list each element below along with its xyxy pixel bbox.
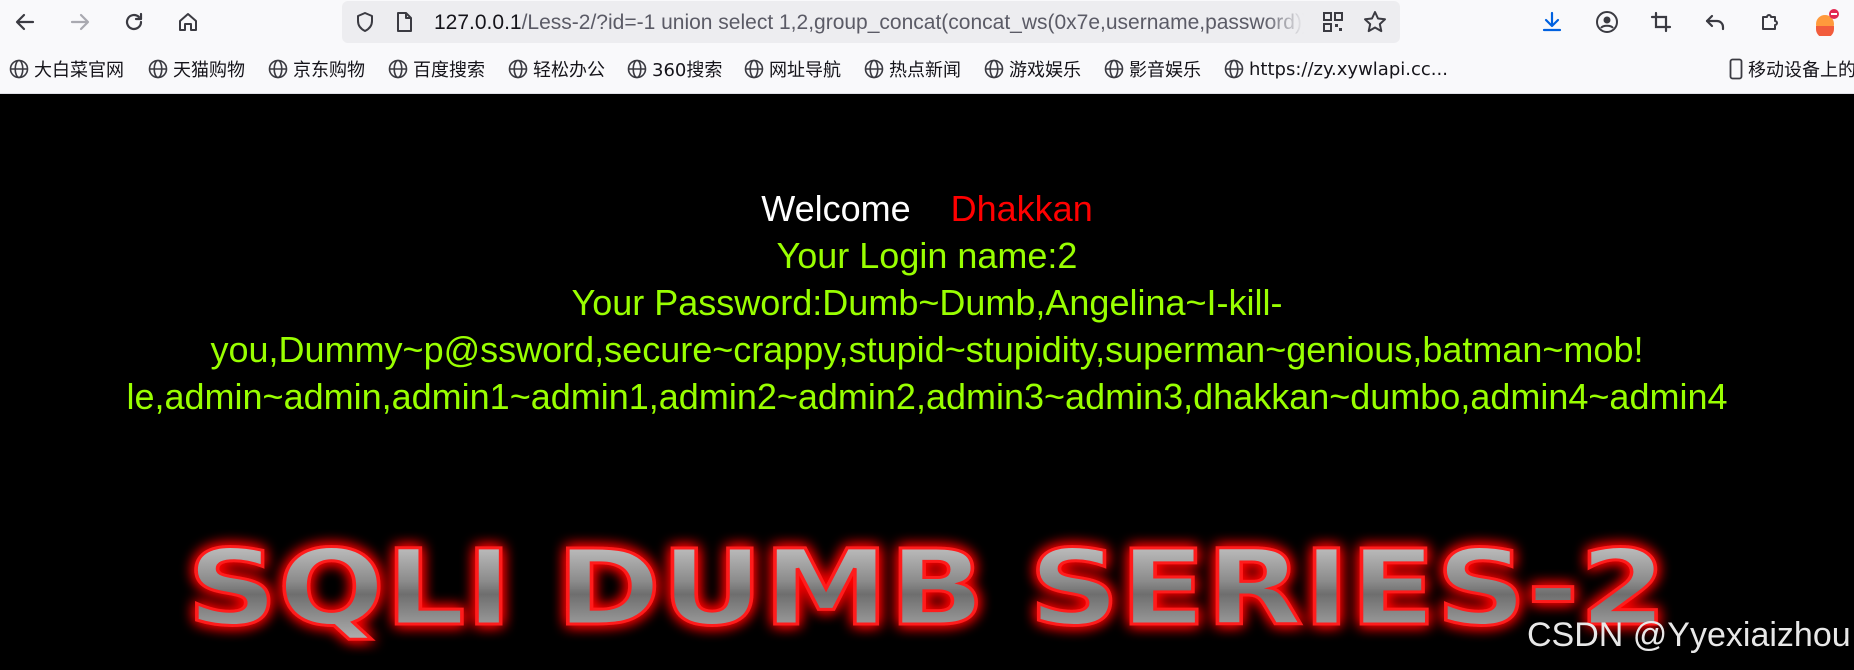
mobile-bookmarks-label: 移动设备上的 — [1748, 60, 1854, 81]
bookmark-label: https://zy.xywlapi.cc... — [1249, 58, 1448, 80]
globe-icon — [984, 59, 1004, 79]
globe-icon — [1224, 59, 1244, 79]
globe-icon — [148, 59, 168, 79]
downloads-button[interactable] — [1535, 6, 1569, 38]
bookmark-item[interactable]: 百度搜索 — [388, 55, 485, 83]
account-button[interactable] — [1590, 6, 1624, 38]
bookmark-label: 大白菜官网 — [34, 60, 124, 81]
bookmark-label: 网址导航 — [769, 60, 841, 81]
address-bar[interactable]: 127.0.0.1/Less-2/?id=-1 union select 1,2… — [342, 1, 1400, 43]
bookmark-item[interactable]: 天猫购物 — [148, 55, 245, 83]
bookmark-item[interactable]: 影音娱乐 — [1104, 55, 1201, 83]
page-content: Welcome Dhakkan Your Login name:2 Your Pa… — [0, 94, 1854, 670]
globe-icon — [388, 59, 408, 79]
bookmark-item[interactable]: 轻松办公 — [508, 55, 605, 83]
home-icon — [179, 13, 197, 31]
globe-icon — [1104, 59, 1124, 79]
csdn-watermark: CSDN @Yyexiaizhou — [1527, 616, 1851, 654]
shield-icon[interactable] — [354, 11, 376, 33]
bookmark-item[interactable]: 游戏娱乐 — [984, 55, 1081, 83]
bookmark-item[interactable]: 360搜索 — [627, 55, 722, 83]
undo-button[interactable] — [1698, 6, 1732, 38]
extensions-button[interactable] — [1753, 6, 1787, 38]
login-name-text: Your Login name:2 — [776, 235, 1078, 276]
fox-avatar-icon — [1816, 9, 1839, 36]
page-icon[interactable] — [394, 11, 414, 33]
globe-icon — [627, 59, 647, 79]
bookmark-item[interactable]: 热点新闻 — [864, 55, 961, 83]
bookmark-label: 轻松办公 — [533, 60, 605, 81]
bookmarks-bar: 大白菜官网 天猫购物 京东购物 百度搜索 轻松办公 360搜索 网址导航 热点新… — [0, 44, 1854, 94]
bookmark-label: 影音娱乐 — [1129, 60, 1201, 81]
url-fade — [1264, 10, 1304, 36]
profile-button[interactable] — [1808, 6, 1842, 38]
undo-icon — [1705, 14, 1725, 31]
account-icon — [1596, 11, 1618, 33]
bookmark-label: 游戏娱乐 — [1009, 60, 1081, 81]
welcome-line: Welcome Dhakkan — [0, 185, 1854, 232]
globe-icon — [744, 59, 764, 79]
banner-text: SQLI DUMB SERIES-2 — [187, 527, 1667, 649]
welcome-text: Welcome — [761, 188, 911, 229]
forward-button[interactable] — [63, 6, 97, 38]
url-path: /Less-2/?id=-1 union select 1,2,group_co… — [521, 11, 1304, 34]
bookmark-label: 京东购物 — [293, 60, 365, 81]
bookmark-label: 天猫购物 — [173, 60, 245, 81]
arrow-right-icon — [70, 13, 90, 31]
mobile-bookmarks[interactable]: 移动设备上的 — [1729, 55, 1854, 83]
browser-toolbar: 127.0.0.1/Less-2/?id=-1 union select 1,2… — [0, 0, 1854, 44]
bookmark-item[interactable]: 京东购物 — [268, 55, 365, 83]
password-line: Your Password:Dumb~Dumb,Angelina~I-kill- — [571, 282, 1283, 323]
password-line: le,admin~admin,admin1~admin1,admin2~admi… — [126, 376, 1728, 417]
qr-code-icon[interactable] — [1322, 11, 1344, 33]
password-line: you,Dummy~p@ssword,secure~crappy,stupid~… — [210, 329, 1644, 370]
bookmark-label: 百度搜索 — [413, 60, 485, 81]
globe-icon — [508, 59, 528, 79]
bookmark-label: 热点新闻 — [889, 60, 961, 81]
bookmark-item[interactable]: 大白菜官网 — [9, 55, 124, 83]
bookmark-item[interactable]: https://zy.xywlapi.cc... — [1224, 55, 1448, 83]
puzzle-icon — [1762, 14, 1778, 30]
crop-icon — [1650, 11, 1672, 33]
back-button[interactable] — [8, 6, 42, 38]
reload-button[interactable] — [117, 6, 151, 38]
screenshot-button[interactable] — [1644, 6, 1678, 38]
globe-icon — [864, 59, 884, 79]
home-button[interactable] — [171, 6, 205, 38]
url-text[interactable]: 127.0.0.1/Less-2/?id=-1 union select 1,2… — [434, 10, 1304, 36]
reload-icon — [125, 12, 143, 31]
mobile-device-icon — [1729, 58, 1743, 80]
star-bookmark-icon[interactable] — [1363, 10, 1387, 34]
bookmark-label: 360搜索 — [652, 60, 723, 81]
globe-icon — [268, 59, 288, 79]
arrow-left-icon — [15, 13, 35, 31]
url-host: 127.0.0.1 — [434, 11, 522, 34]
download-icon — [1542, 11, 1562, 32]
username-text: Dhakkan — [950, 188, 1093, 229]
bookmark-item[interactable]: 网址导航 — [744, 55, 841, 83]
globe-icon — [9, 59, 29, 79]
